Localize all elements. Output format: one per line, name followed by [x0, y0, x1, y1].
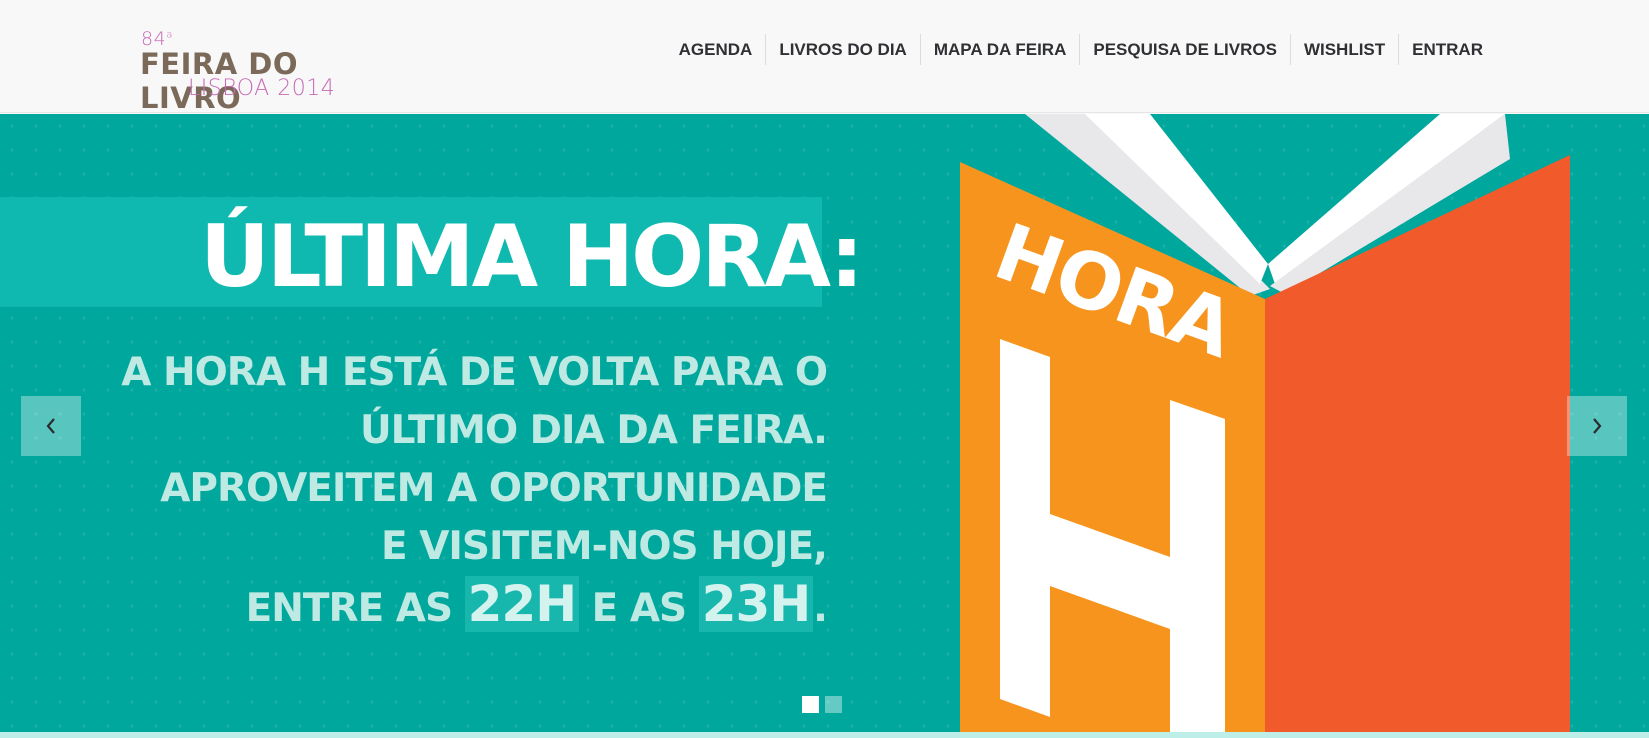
nav-item-agenda[interactable]: AGENDA — [666, 34, 766, 65]
time-start-highlight: 22H — [464, 576, 580, 632]
slide-title: ÚLTIMA HORA: — [200, 207, 864, 307]
message-line: E VISITEM-NOS HOJE, — [381, 524, 828, 569]
site-header: 84a FEIRA DO LIVRO LISBOA 2014 AGENDA LI… — [0, 0, 1649, 115]
slide-message: A HORA H ESTÁ DE VOLTA PARA O ÚLTIMO DIA… — [90, 344, 828, 638]
times-prefix: ENTRE AS — [245, 586, 453, 631]
chevron-left-icon — [46, 418, 55, 434]
nav-item-pesquisa-de-livros[interactable]: PESQUISA DE LIVROS — [1079, 34, 1290, 65]
carousel-indicator-1[interactable] — [802, 696, 819, 713]
times-suffix: . — [813, 586, 828, 631]
nav-item-entrar[interactable]: ENTRAR — [1398, 34, 1496, 65]
main-nav: AGENDA LIVROS DO DIA MAPA DA FEIRA PESQU… — [666, 34, 1496, 65]
nav-item-livros-do-dia[interactable]: LIVROS DO DIA — [765, 34, 920, 65]
message-line-times: ENTRE AS 22H E AS 23H. — [90, 576, 828, 638]
feira-do-livro-logo[interactable]: 84a FEIRA DO LIVRO LISBOA 2014 — [140, 28, 340, 115]
message-line: A HORA H ESTÁ DE VOLTA PARA O — [121, 350, 828, 395]
carousel-indicator-2[interactable] — [825, 696, 842, 713]
nav-item-mapa-da-feira[interactable]: MAPA DA FEIRA — [919, 34, 1080, 65]
times-mid: E AS — [591, 586, 687, 631]
logo-city: LISBOA 2014 — [188, 76, 336, 101]
carousel-prev-button[interactable] — [21, 396, 81, 456]
carousel-next-button[interactable] — [1567, 396, 1627, 456]
nav-item-wishlist[interactable]: WISHLIST — [1289, 34, 1398, 65]
carousel-bottom-strip — [0, 732, 1649, 738]
hora-h-book-illustration: HORA — [960, 114, 1570, 738]
carousel-indicators — [802, 696, 842, 713]
chevron-right-icon — [1593, 418, 1602, 434]
headline-banner: ÚLTIMA HORA: — [0, 197, 864, 307]
hero-carousel: ÚLTIMA HORA: A HORA H ESTÁ DE VOLTA PARA… — [0, 114, 1649, 738]
message-line: ÚLTIMO DIA DA FEIRA. — [359, 408, 828, 453]
time-end-highlight: 23H — [698, 576, 814, 632]
message-line: APROVEITEM A OPORTUNIDADE — [160, 466, 828, 511]
